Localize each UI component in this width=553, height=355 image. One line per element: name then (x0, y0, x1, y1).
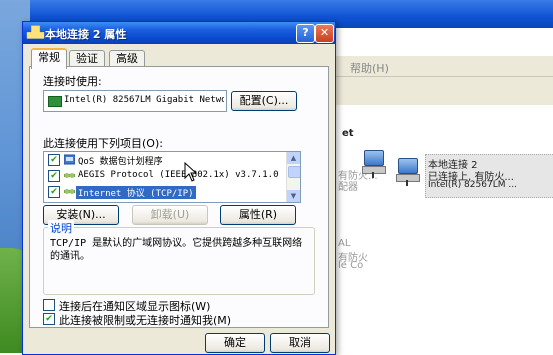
item-device-text-2: le Co (338, 260, 364, 271)
uninstall-button[interactable]: 卸载(U) (132, 205, 208, 225)
protocol-icon (64, 170, 75, 181)
dialog-title: 本地连接 2 属性 (45, 28, 127, 41)
general-tab-panel: 连接时使用: Intel(R) 82567LM Gigabit Netwo 配置… (29, 66, 329, 328)
component-checkbox[interactable]: ✔ (48, 186, 60, 198)
adapter-field: Intel(R) 82567LM Gigabit Netwo (43, 90, 227, 112)
notify-label: 此连接被限制或无连接时通知我(M) (59, 314, 232, 327)
network-connection-icon: ▟▙ (27, 26, 44, 39)
item-device-text: 配器 (338, 182, 358, 193)
list-scrollbar[interactable]: ▲ ▼ (286, 152, 300, 202)
network-adapter-icon (48, 96, 62, 107)
tab-authentication[interactable]: 验证 (69, 50, 105, 67)
component-label: Internet 协议 (TCP/IP) (76, 186, 196, 199)
component-label: AEGIS Protocol (IEEE 802.1x) v3.7.1.0 (78, 170, 279, 180)
description-title: 说明 (48, 220, 74, 236)
scrollbar-thumb[interactable] (288, 166, 300, 178)
selected-connection-item[interactable]: 本地连接 2 已连接上, 有防火... Intel(R) 82567LM ... (425, 154, 553, 198)
scroll-up-icon[interactable]: ▲ (287, 152, 300, 164)
notify-checkbox[interactable]: ✔ (43, 313, 55, 325)
components-list[interactable]: ✔ QoS 数据包计划程序 ✔ AEGIS Protocol (IEEE 802… (43, 151, 301, 203)
ok-button[interactable]: 确定 (205, 333, 265, 353)
adapter-name: Intel(R) 82567LM Gigabit Netwo (64, 95, 224, 105)
selected-item-device: Intel(R) 82567LM ... (428, 180, 517, 190)
list-item[interactable]: ✔ AEGIS Protocol (IEEE 802.1x) v3.7.1.0 (44, 169, 286, 183)
description-text: TCP/IP 是默认的广域网协议。它提供跨越多种互联网络的通讯。 (50, 238, 303, 262)
dialog-titlebar[interactable]: ▟▙ 本地连接 2 属性 ? ✕ (23, 22, 335, 44)
mouse-cursor-icon (184, 162, 198, 182)
component-label: QoS 数据包计划程序 (78, 157, 163, 167)
network-connection-icon[interactable] (360, 150, 386, 178)
connect-using-label: 连接时使用: (43, 75, 102, 88)
list-item[interactable]: ✔ Internet 协议 (TCP/IP) (44, 185, 286, 199)
properties-button[interactable]: 属性(R) (220, 205, 296, 225)
component-checkbox[interactable]: ✔ (48, 154, 60, 166)
connection-properties-dialog: ▟▙ 本地连接 2 属性 ? ✕ 常规 验证 高级 连接时使用: Intel(R… (22, 21, 336, 355)
close-button[interactable]: ✕ (315, 24, 334, 43)
menu-help[interactable]: 帮助(H) (350, 60, 389, 76)
tab-advanced[interactable]: 高级 (109, 50, 145, 67)
components-label: 此连接使用下列项目(O): (43, 137, 163, 150)
list-item[interactable]: ✔ QoS 数据包计划程序 (44, 153, 286, 167)
protocol-icon (64, 186, 75, 197)
cancel-button[interactable]: 取消 (270, 333, 330, 353)
scroll-down-icon[interactable]: ▼ (287, 190, 300, 202)
network-connection-icon[interactable] (394, 158, 420, 186)
section-header: et (342, 128, 354, 139)
configure-button[interactable]: 配置(C)... (231, 91, 297, 111)
qos-icon (63, 154, 76, 165)
show-icon-checkbox[interactable] (43, 299, 55, 311)
tab-general[interactable]: 常规 (31, 48, 67, 69)
component-checkbox[interactable]: ✔ (48, 170, 60, 182)
help-button[interactable]: ? (296, 24, 315, 43)
item-name-text: AL (338, 238, 351, 249)
